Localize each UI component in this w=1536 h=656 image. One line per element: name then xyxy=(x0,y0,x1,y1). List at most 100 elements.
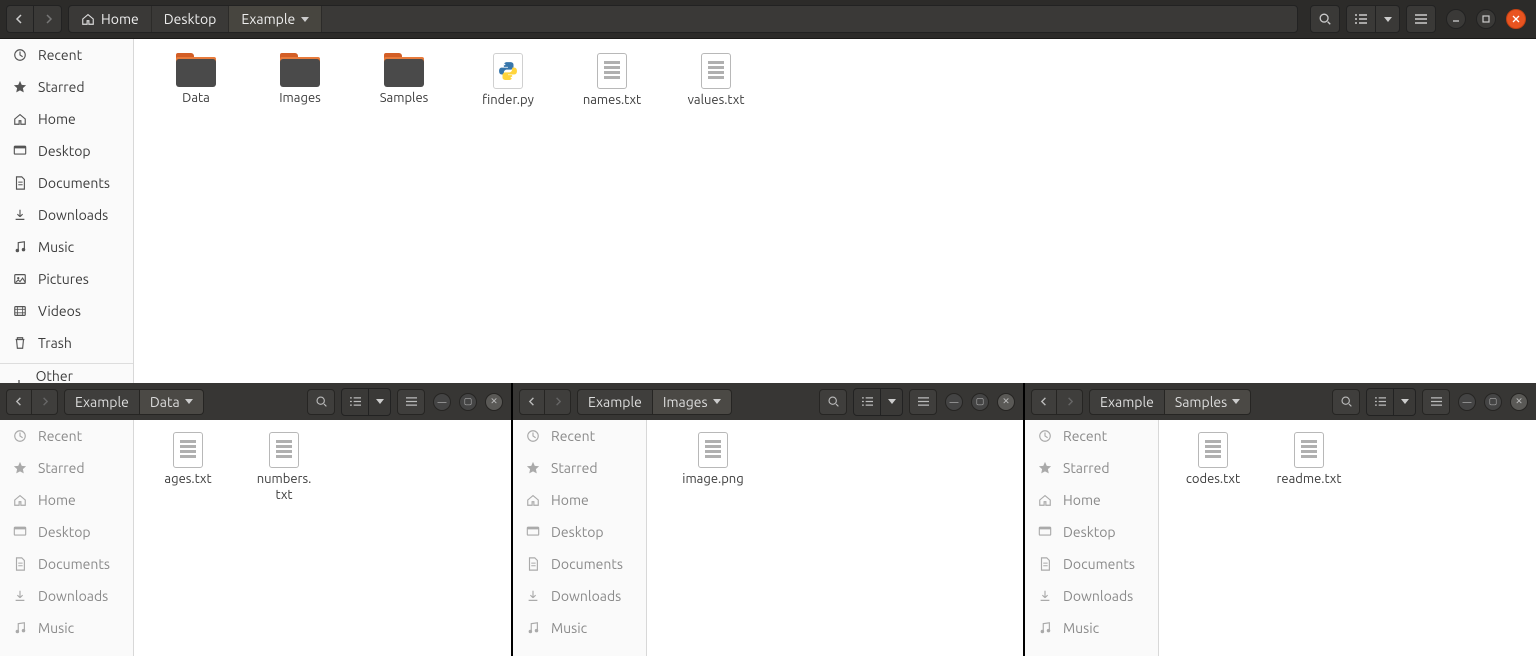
minimize-button[interactable]: — xyxy=(1458,393,1476,411)
list-view-button[interactable] xyxy=(341,388,369,416)
close-button[interactable]: ✕ xyxy=(1510,393,1528,411)
sidebar-item-desktop[interactable]: Desktop xyxy=(0,135,133,167)
breadcrumb[interactable]: Example xyxy=(64,389,140,415)
sidebar-item-recent[interactable]: Recent xyxy=(0,39,133,71)
breadcrumb[interactable]: Example xyxy=(1089,389,1165,415)
sidebar-item-desktop[interactable]: Desktop xyxy=(1025,516,1158,548)
sidebar-item-recent[interactable]: Recent xyxy=(513,420,646,452)
sidebar-item-other-locations[interactable]: Other Locations xyxy=(0,368,133,383)
sidebar-item-documents[interactable]: Documents xyxy=(0,548,133,580)
sidebar-item-music[interactable]: Music xyxy=(0,612,133,644)
view-options-button[interactable] xyxy=(369,388,391,416)
hamburger-menu-button[interactable] xyxy=(397,389,425,415)
file-item[interactable]: finder.py xyxy=(456,53,560,143)
nav-back-button[interactable] xyxy=(6,5,34,33)
file-item[interactable]: image.png xyxy=(653,432,773,518)
file-item[interactable]: values.txt xyxy=(664,53,768,143)
sidebar-item-documents[interactable]: Documents xyxy=(1025,548,1158,580)
sidebar-item-pictures[interactable]: Pictures xyxy=(0,263,133,295)
file-item[interactable]: codes.txt xyxy=(1165,432,1261,518)
close-button[interactable] xyxy=(1506,9,1526,29)
maximize-button[interactable]: ▢ xyxy=(971,393,989,411)
hamburger-menu-button[interactable] xyxy=(1406,5,1436,33)
nav-back-button[interactable] xyxy=(6,389,32,415)
sidebar-item-downloads[interactable]: Downloads xyxy=(1025,580,1158,612)
sidebar-item-downloads[interactable]: Downloads xyxy=(0,199,133,231)
sidebar-item-starred[interactable]: Starred xyxy=(0,452,133,484)
breadcrumb[interactable]: Samples xyxy=(1165,389,1251,415)
minimize-button[interactable] xyxy=(1446,9,1466,29)
file-grid[interactable]: codes.txtreadme.txt xyxy=(1159,420,1536,656)
sidebar-item-music[interactable]: Music xyxy=(513,612,646,644)
view-options-button[interactable] xyxy=(1376,5,1400,33)
sidebar-item-starred[interactable]: Starred xyxy=(1025,452,1158,484)
sidebar-item-music[interactable]: Music xyxy=(0,231,133,263)
sidebar-item-home[interactable]: Home xyxy=(0,484,133,516)
minimize-button[interactable]: — xyxy=(433,393,451,411)
breadcrumb-home[interactable]: Home xyxy=(69,6,152,32)
file-grid[interactable]: image.png xyxy=(647,420,1023,656)
close-button[interactable]: ✕ xyxy=(997,393,1015,411)
text-file-icon xyxy=(701,53,731,89)
search-button[interactable] xyxy=(307,389,335,415)
chevron-down-icon xyxy=(888,399,896,404)
search-button[interactable] xyxy=(819,389,847,415)
sidebar-item-documents[interactable]: Documents xyxy=(513,548,646,580)
maximize-button[interactable]: ▢ xyxy=(459,393,477,411)
file-item[interactable]: names.txt xyxy=(560,53,664,143)
search-button[interactable] xyxy=(1332,389,1360,415)
minimize-button[interactable]: — xyxy=(945,393,963,411)
nav-back-button[interactable] xyxy=(1031,389,1057,415)
sidebar-item-label: Desktop xyxy=(38,524,91,540)
sidebar-item-home[interactable]: Home xyxy=(513,484,646,516)
sidebar-item-documents[interactable]: Documents xyxy=(0,167,133,199)
file-item[interactable]: numbers.txt xyxy=(236,432,332,518)
sidebar-item-label: Documents xyxy=(1063,556,1135,572)
file-grid[interactable]: DataImagesSamplesfinder.pynames.txtvalue… xyxy=(134,39,1536,383)
window-samples: Example Samples — ▢ ✕ RecentStarred Home Des… xyxy=(1024,383,1536,656)
file-item[interactable]: ages.txt xyxy=(140,432,236,518)
breadcrumb-example[interactable]: Example xyxy=(229,6,322,32)
sidebar-item-desktop[interactable]: Desktop xyxy=(0,516,133,548)
breadcrumb[interactable]: Images xyxy=(653,389,732,415)
sidebar-item-home[interactable]: Home xyxy=(1025,484,1158,516)
file-item[interactable]: Samples xyxy=(352,53,456,143)
sidebar-item-music[interactable]: Music xyxy=(1025,612,1158,644)
star-icon xyxy=(12,80,28,94)
file-item[interactable]: readme.txt xyxy=(1261,432,1357,518)
hamburger-menu-button[interactable] xyxy=(909,389,937,415)
nav-forward-button[interactable] xyxy=(545,389,571,415)
sidebar-item-desktop[interactable]: Desktop xyxy=(513,516,646,548)
file-grid[interactable]: ages.txtnumbers.txt xyxy=(134,420,511,656)
file-item[interactable]: Data xyxy=(144,53,248,143)
sidebar-item-home[interactable]: Home xyxy=(0,103,133,135)
close-button[interactable]: ✕ xyxy=(485,393,503,411)
nav-forward-button[interactable] xyxy=(34,5,62,33)
list-view-button[interactable] xyxy=(1366,388,1394,416)
sidebar-item-label: Home xyxy=(1063,492,1101,508)
sidebar-item-downloads[interactable]: Downloads xyxy=(0,580,133,612)
python-icon xyxy=(493,53,523,89)
maximize-button[interactable] xyxy=(1476,9,1496,29)
sidebar-item-videos[interactable]: Videos xyxy=(0,295,133,327)
nav-forward-button[interactable] xyxy=(32,389,58,415)
list-view-button[interactable] xyxy=(853,388,881,416)
sidebar-item-recent[interactable]: Recent xyxy=(0,420,133,452)
sidebar-item-recent[interactable]: Recent xyxy=(1025,420,1158,452)
breadcrumb[interactable]: Example xyxy=(577,389,653,415)
breadcrumb-desktop[interactable]: Desktop xyxy=(152,6,230,32)
list-view-button[interactable] xyxy=(1346,5,1376,33)
sidebar-item-starred[interactable]: Starred xyxy=(513,452,646,484)
maximize-button[interactable]: ▢ xyxy=(1484,393,1502,411)
hamburger-menu-button[interactable] xyxy=(1422,389,1450,415)
nav-forward-button[interactable] xyxy=(1057,389,1083,415)
file-item[interactable]: Images xyxy=(248,53,352,143)
sidebar-item-starred[interactable]: Starred xyxy=(0,71,133,103)
breadcrumb[interactable]: Data xyxy=(140,389,204,415)
view-options-button[interactable] xyxy=(881,388,903,416)
view-options-button[interactable] xyxy=(1394,388,1416,416)
sidebar-item-trash[interactable]: Trash xyxy=(0,327,133,359)
nav-back-button[interactable] xyxy=(519,389,545,415)
search-button[interactable] xyxy=(1310,5,1340,33)
sidebar-item-downloads[interactable]: Downloads xyxy=(513,580,646,612)
